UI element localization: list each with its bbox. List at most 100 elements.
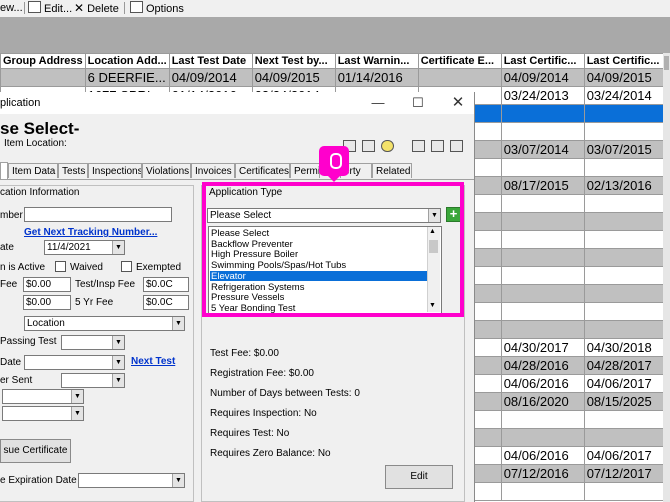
expiration-date-select[interactable]: ▼ [78, 473, 185, 488]
column-header[interactable]: Last Test Date [168, 53, 253, 69]
clock-icon[interactable] [381, 140, 394, 152]
chevron-down-icon[interactable]: ▼ [71, 407, 83, 420]
chevron-down-icon[interactable]: ▼ [172, 474, 184, 487]
fee-input[interactable]: $0.00 [23, 277, 71, 292]
select-b[interactable]: ▼ [2, 406, 84, 421]
table-cell: 04/28/2017 [583, 356, 668, 375]
requires-zero-balance-text: Requires Zero Balance: No [210, 448, 331, 459]
toolbar: ew... Edit... ✕ Delete Options [0, 0, 670, 18]
save-icon[interactable] [431, 140, 444, 152]
table-cell [500, 428, 585, 447]
notes-icon[interactable] [412, 140, 425, 152]
tab-related[interactable]: Related [372, 163, 412, 178]
table-cell: 04/28/2016 [500, 356, 585, 375]
table-cell: 08/15/2025 [583, 392, 668, 411]
tab-violations[interactable]: Violations [142, 163, 191, 178]
new-button[interactable]: ew... [0, 1, 23, 15]
column-header[interactable]: Next Test by... [251, 53, 336, 69]
table-cell [417, 68, 502, 87]
date2-label: Date [0, 357, 22, 368]
next-test-link[interactable]: Next Test [131, 356, 175, 367]
copy-icon[interactable] [450, 140, 463, 152]
column-header[interactable]: Last Warnin... [334, 53, 419, 69]
table-cell: 04/30/2017 [500, 338, 585, 357]
edit-toolbar-button[interactable]: Edit... [28, 1, 72, 15]
column-header[interactable]: Group Address [0, 53, 86, 69]
table-cell [583, 482, 668, 501]
grid-scrollbar-thumb[interactable] [664, 56, 669, 70]
column-header[interactable]: Last Certific... [500, 53, 585, 69]
date2-picker[interactable]: ▼ [24, 355, 125, 370]
column-header[interactable]: Last Certific... [583, 53, 668, 69]
chevron-down-icon[interactable]: ▼ [112, 356, 124, 369]
print-icon[interactable] [362, 140, 375, 152]
edit-button[interactable]: Edit [385, 465, 453, 489]
table-cell [583, 428, 668, 447]
grid-group-bar [0, 17, 670, 53]
chevron-down-icon[interactable]: ▼ [112, 241, 124, 254]
select-a[interactable]: ▼ [2, 389, 84, 404]
table-cell: 03/07/2014 [500, 140, 585, 159]
number-input[interactable] [24, 207, 172, 222]
fee-label: Fee [0, 279, 18, 290]
table-cell [500, 482, 585, 501]
fee2-input[interactable]: $0.00 [23, 295, 71, 310]
column-header[interactable]: Certificate E... [417, 53, 502, 69]
location-select[interactable]: Location ▼ [24, 316, 185, 331]
exempted-checkbox[interactable] [121, 261, 132, 272]
requires-inspection-text: Requires Inspection: No [210, 408, 317, 419]
options-label: Options [146, 3, 184, 15]
minimize-icon[interactable]: — [368, 94, 388, 112]
delete-button[interactable]: ✕ Delete [74, 1, 119, 15]
waived-checkbox[interactable] [55, 261, 66, 272]
table-cell: 03/24/2014 [583, 86, 668, 105]
table-cell: 03/24/2013 [500, 86, 585, 105]
edit-label: Edit... [44, 3, 73, 15]
table-cell [500, 230, 585, 249]
close-icon[interactable]: ✕ [448, 94, 468, 112]
table-cell [583, 284, 668, 303]
column-header[interactable]: Location Add... [84, 53, 170, 69]
tab-inspections[interactable]: Inspections [88, 163, 142, 178]
tab-first[interactable] [0, 162, 8, 179]
exempted-label: Exempted [136, 262, 182, 273]
sent-select[interactable]: ▼ [61, 373, 125, 388]
five-yr-fee-input[interactable]: $0.0C [143, 295, 189, 310]
waived-label: Waived [70, 262, 103, 273]
options-icon [130, 1, 143, 13]
active-label: n is Active [0, 262, 46, 273]
tab-divider [0, 179, 474, 180]
tab-tests[interactable]: Tests [58, 163, 88, 178]
passing-test-select[interactable]: ▼ [61, 335, 125, 350]
table-cell [500, 284, 585, 303]
table-cell [583, 158, 668, 177]
chevron-down-icon[interactable]: ▼ [112, 336, 124, 349]
table-cell: 04/06/2016 [500, 374, 585, 393]
maximize-icon[interactable]: ☐ [408, 94, 428, 112]
requires-test-text: Requires Test: No [210, 428, 290, 439]
date-picker[interactable]: 11/4/2021 ▼ [44, 240, 125, 255]
test-insp-fee-input[interactable]: $0.0C [143, 277, 189, 292]
options-button[interactable]: Options [130, 1, 184, 15]
tab-invoices[interactable]: Invoices [191, 163, 235, 178]
dialog-titlebar[interactable]: plication — ☐ ✕ [0, 92, 474, 114]
tab-item-data[interactable]: Item Data [8, 163, 58, 178]
grid-scrollbar[interactable] [663, 53, 670, 502]
table-row[interactable]: 6 DEERFIE... 04/09/2014 04/09/2015 01/14/20… [0, 68, 668, 87]
five-yr-fee-label: 5 Yr Fee [75, 297, 114, 308]
chevron-down-icon[interactable]: ▼ [112, 374, 124, 387]
table-cell: 04/06/2017 [583, 446, 668, 465]
table-cell [500, 248, 585, 267]
table-cell: 04/30/2018 [583, 338, 668, 357]
table-cell: 04/06/2017 [583, 374, 668, 393]
table-cell [583, 302, 668, 321]
table-cell [500, 158, 585, 177]
chevron-down-icon[interactable]: ▼ [172, 317, 184, 330]
get-next-tracking-link[interactable]: Get Next Tracking Number... [24, 227, 157, 238]
chevron-down-icon[interactable]: ▼ [71, 390, 83, 403]
table-cell: 04/06/2016 [500, 446, 585, 465]
issue-certificate-button[interactable]: sue Certificate [0, 439, 71, 463]
tab-certificates[interactable]: Certificates [235, 163, 290, 178]
table-cell [0, 68, 86, 87]
tab-permits[interactable]: Permi [290, 163, 320, 178]
